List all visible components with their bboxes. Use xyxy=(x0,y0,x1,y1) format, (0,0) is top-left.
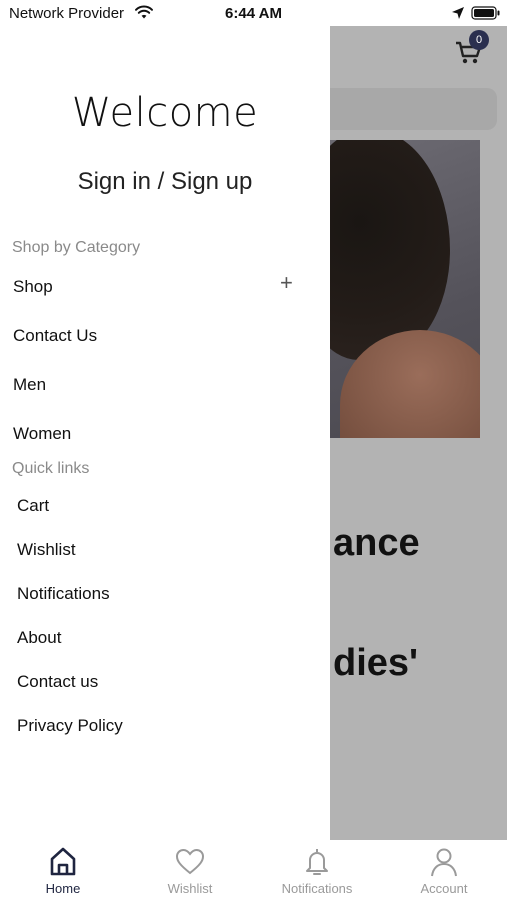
welcome-title: Welcome xyxy=(71,90,259,136)
heart-icon xyxy=(175,848,205,875)
bottom-tab-bar: Home Wishlist Notifications Account xyxy=(0,840,507,900)
quick-links-title: Quick links xyxy=(12,460,90,477)
side-drawer: Welcome Sign in / Sign up Shop by Catego… xyxy=(0,26,330,840)
home-icon xyxy=(50,847,76,876)
tab-home-label: Home xyxy=(45,881,81,896)
tab-home[interactable]: Home xyxy=(0,840,126,900)
hero-image xyxy=(330,140,480,438)
expand-plus-icon[interactable]: + xyxy=(280,272,293,294)
quick-link-cart[interactable]: Cart xyxy=(17,496,49,516)
category-shop[interactable]: Shop xyxy=(13,277,53,297)
tab-wishlist[interactable]: Wishlist xyxy=(127,840,253,900)
background-headline-2: dies' xyxy=(333,642,419,684)
background-headline-1: ance xyxy=(333,522,420,564)
signin-link[interactable]: Sign in / Sign up xyxy=(0,168,330,196)
tab-account-label: Account xyxy=(420,881,468,896)
category-women[interactable]: Women xyxy=(13,424,71,444)
tab-account[interactable]: Account xyxy=(381,840,507,900)
quick-link-notifications[interactable]: Notifications xyxy=(17,584,110,604)
clock: 6:44 AM xyxy=(225,5,282,22)
hero-image-hair xyxy=(330,140,450,360)
category-contact-us[interactable]: Contact Us xyxy=(13,326,97,346)
quick-link-about[interactable]: About xyxy=(17,628,61,648)
location-arrow-icon xyxy=(451,6,465,25)
quick-link-wishlist[interactable]: Wishlist xyxy=(17,540,76,560)
category-men[interactable]: Men xyxy=(13,375,46,395)
background-search-bar xyxy=(320,88,497,130)
status-bar: Network Provider 6:44 AM xyxy=(0,0,507,26)
user-icon xyxy=(431,848,457,877)
tab-wishlist-label: Wishlist xyxy=(167,881,213,896)
tab-notifications[interactable]: Notifications xyxy=(254,840,380,900)
cart-count-badge: 0 xyxy=(469,30,489,50)
quick-link-privacy-policy[interactable]: Privacy Policy xyxy=(17,716,123,736)
bell-icon xyxy=(306,849,328,875)
shop-by-category-title: Shop by Category xyxy=(12,239,141,256)
quick-link-contact-us[interactable]: Contact us xyxy=(17,672,98,692)
battery-icon xyxy=(471,6,501,25)
tab-notifications-label: Notifications xyxy=(281,881,353,896)
